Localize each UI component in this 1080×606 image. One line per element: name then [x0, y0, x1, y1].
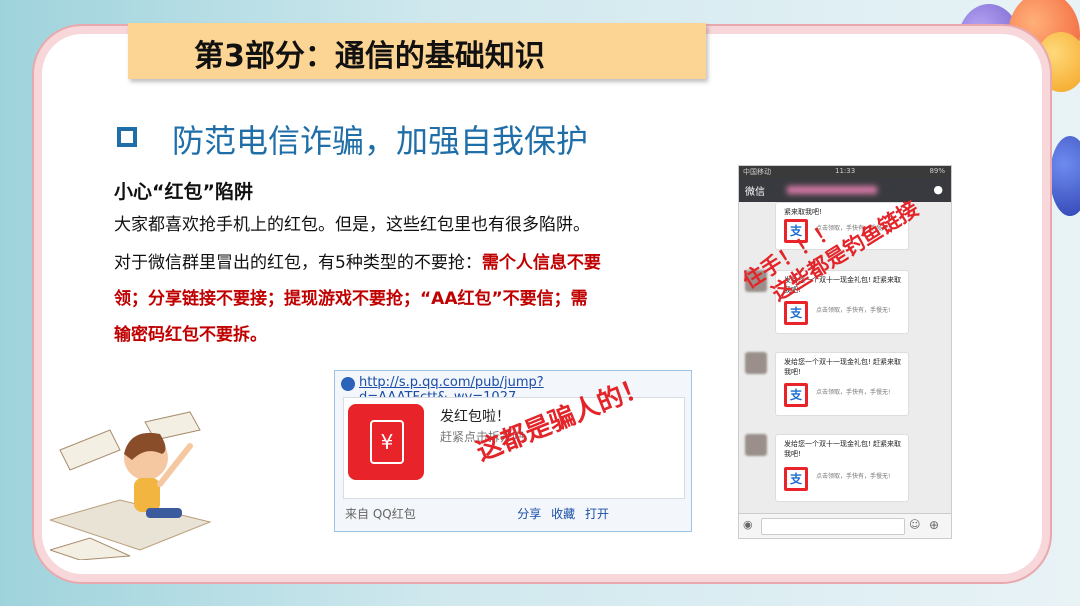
alipay-icon: 支 — [784, 383, 808, 407]
status-bar: 中国移动 11:33 89% — [739, 166, 951, 178]
alipay-icon: 支 — [784, 301, 808, 325]
chat-input-bar: ◉ ☺ ⊕ — [739, 513, 951, 538]
emoji-icon[interactable]: ☺ — [909, 518, 920, 531]
battery: 89% — [929, 167, 945, 175]
carrier: 中国移动 — [743, 168, 771, 176]
voice-icon[interactable]: ◉ — [743, 518, 753, 531]
paragraph-line-1: 大家都喜欢抢手机上的红包。但是，这些红包里也有很多陷阱。 — [114, 215, 590, 235]
back-button[interactable]: 微信 — [745, 183, 765, 198]
warning-line-3: 领；分享链接不要接；提现游戏不要抢；“AA红包”不要信；需 — [114, 289, 588, 309]
redpacket-icon — [348, 404, 424, 480]
warning-line-4: 输密码红包不要拆。 — [114, 325, 267, 345]
chat-message[interactable]: 发给您一个双十一现金礼包! 赶紧来取我吧! 支 点击领取，手快有，手慢无! — [775, 352, 909, 416]
paragraph-line-2: 对于微信群里冒出的红包，有5种类型的不要抢：需个人信息不要 — [114, 250, 704, 276]
alipay-icon: 支 — [784, 467, 808, 491]
message-input[interactable] — [761, 518, 905, 535]
share-button[interactable]: 分享 — [517, 507, 541, 521]
subheading: 小心“红包”陷阱 — [114, 181, 253, 203]
title-bar: 第3部分：通信的基础知识 — [128, 23, 706, 79]
clock: 11:33 — [835, 167, 856, 175]
section-heading: 防范电信诈骗，加强自我保护 — [172, 122, 589, 160]
redpacket-source: 来自 QQ红包 — [345, 507, 416, 521]
paragraph-text: 对于微信群里冒出的红包，有5种类型的不要抢： — [114, 253, 482, 273]
profile-icon[interactable]: ● — [933, 183, 943, 196]
favorite-button[interactable]: 收藏 — [551, 507, 575, 521]
warning-text: 需个人信息不要 — [481, 253, 601, 273]
balloon-decoration — [1036, 32, 1080, 92]
plus-icon[interactable]: ⊕ — [929, 518, 939, 532]
open-button[interactable]: 打开 — [585, 507, 609, 521]
bullet-square-icon — [117, 127, 137, 147]
avatar — [745, 352, 767, 374]
slide-title: 第3部分：通信的基础知识 — [194, 39, 545, 74]
avatar — [745, 434, 767, 456]
chat-message[interactable]: 发给您一个双十一现金礼包! 赶紧来取我吧! 支 点击领取，手快有，手慢无! — [775, 434, 909, 502]
redpacket-actions: 分享 收藏 打开 — [517, 505, 609, 522]
girl-reading-illustration — [50, 411, 212, 560]
shield-icon — [341, 377, 355, 391]
chat-nav-bar: 微信 ● — [739, 178, 951, 202]
